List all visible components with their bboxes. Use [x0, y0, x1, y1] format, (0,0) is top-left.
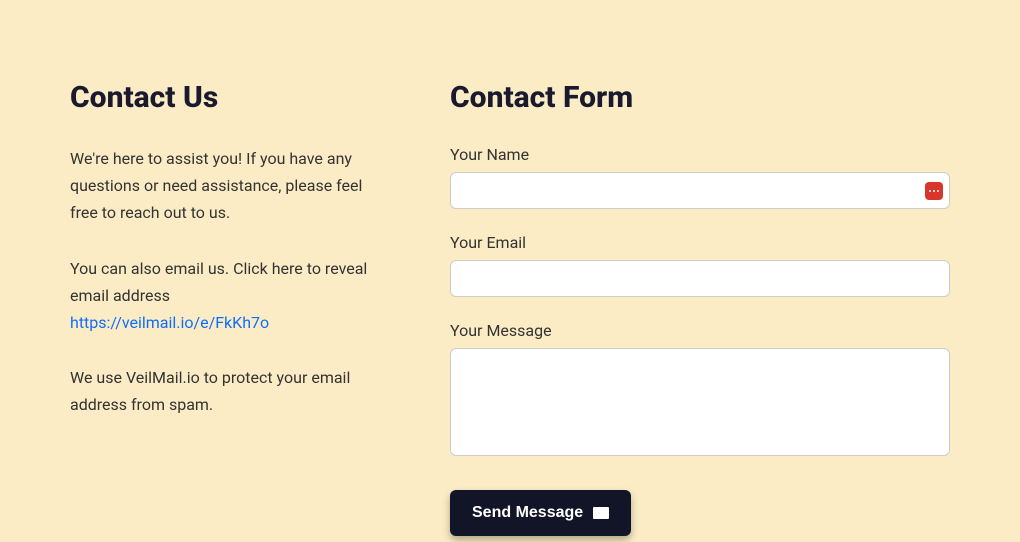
email-block: You can also email us. Click here to rev… [70, 255, 370, 337]
email-field-group: Your Email [450, 233, 950, 297]
email-input[interactable] [450, 260, 950, 297]
autofill-icon[interactable] [925, 182, 943, 200]
veilmail-notice: We use VeilMail.io to protect your email… [70, 364, 370, 418]
name-input[interactable] [450, 172, 950, 209]
message-textarea[interactable] [450, 348, 950, 456]
envelope-icon [593, 507, 609, 519]
send-message-button[interactable]: Send Message [450, 490, 631, 536]
contact-info-column: Contact Us We're here to assist you! If … [70, 80, 370, 502]
email-intro-text: You can also email us. Click here to rev… [70, 259, 367, 305]
message-label: Your Message [450, 321, 950, 340]
reveal-email-link[interactable]: https://veilmail.io/e/FkKh7o [70, 313, 269, 332]
name-field-group: Your Name [450, 145, 950, 209]
intro-text: We're here to assist you! If you have an… [70, 145, 370, 227]
message-field-group: Your Message [450, 321, 950, 460]
contact-form-column: Contact Form Your Name Your Email Your M… [450, 80, 950, 502]
contact-form-heading: Contact Form [450, 80, 950, 115]
send-button-label: Send Message [472, 504, 583, 522]
email-label: Your Email [450, 233, 950, 252]
name-label: Your Name [450, 145, 950, 164]
contact-us-heading: Contact Us [70, 80, 370, 115]
